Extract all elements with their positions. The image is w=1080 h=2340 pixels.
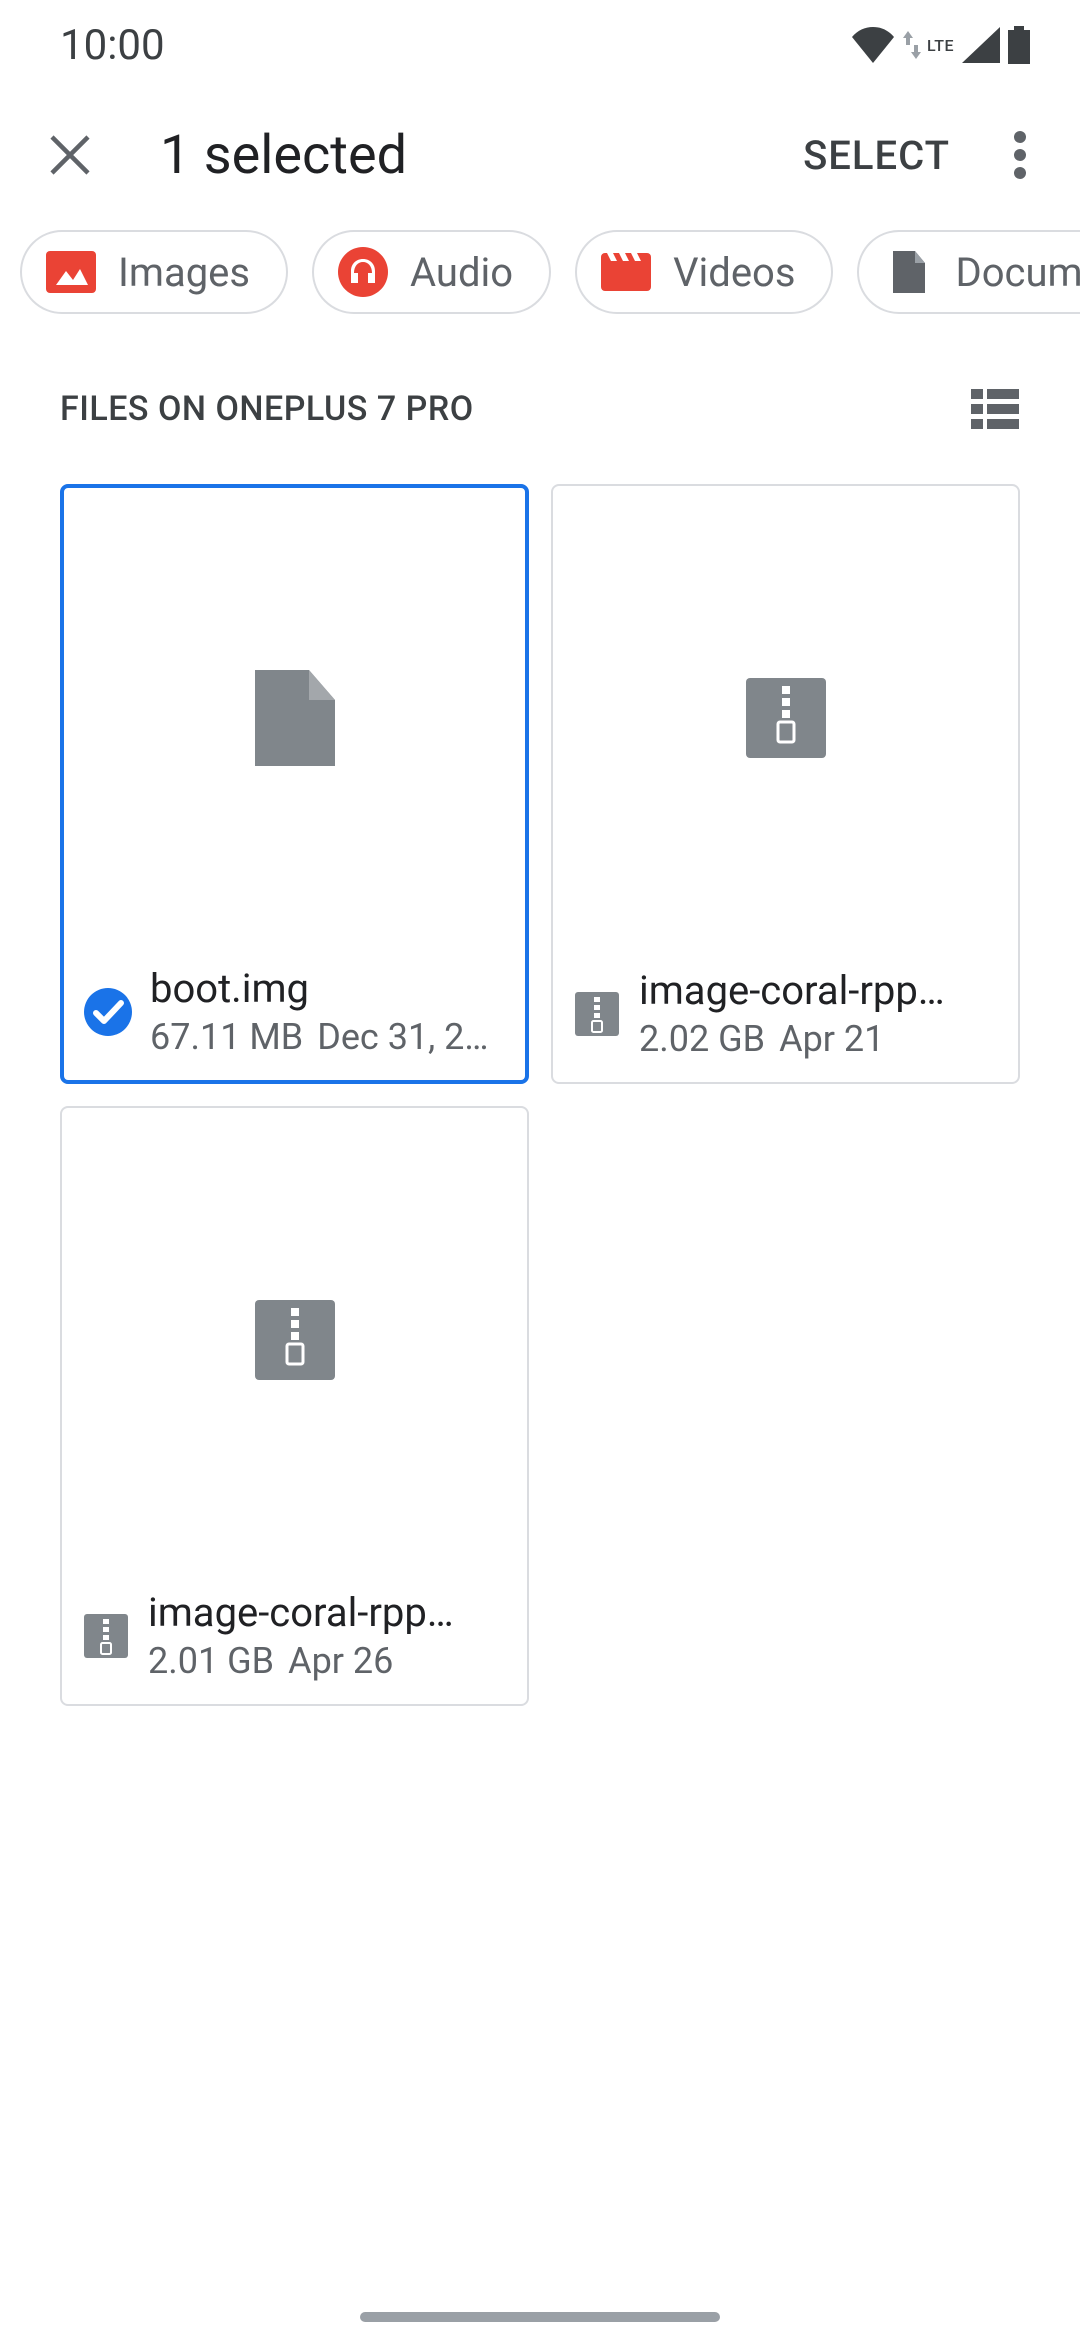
chip-label: Videos: [673, 249, 795, 296]
close-icon: [48, 133, 92, 177]
status-time: 10:00: [60, 21, 165, 70]
chip-label: Documen: [955, 249, 1080, 296]
swap-icon: [903, 31, 921, 59]
file-size: 67.11 MB: [150, 1016, 303, 1058]
selected-check-icon: [84, 988, 132, 1036]
documents-icon: [883, 247, 933, 297]
view-toggle-button[interactable]: [970, 384, 1020, 434]
lte-label: LTE: [927, 36, 954, 55]
signal-icon: [962, 27, 1000, 63]
chip-images[interactable]: Images: [20, 230, 288, 314]
battery-icon: [1008, 26, 1030, 64]
file-meta: 2.01 GB Apr 26: [148, 1640, 454, 1682]
file-name: image-coral-rpp…: [148, 1589, 454, 1636]
list-view-icon: [971, 389, 1019, 429]
chip-audio[interactable]: Audio: [312, 230, 551, 314]
wifi-icon: [851, 27, 895, 63]
file-meta: 67.11 MB Dec 31, 2…: [150, 1016, 489, 1058]
file-preview: [64, 488, 525, 947]
archive-icon: [746, 678, 826, 758]
file-name: image-coral-rpp…: [639, 967, 945, 1014]
file-meta: 2.02 GB Apr 21: [639, 1018, 945, 1060]
more-vert-icon: [1014, 131, 1026, 179]
archive-icon: [255, 1300, 335, 1380]
videos-icon: [601, 247, 651, 297]
file-date: Apr 21: [779, 1018, 884, 1060]
select-button[interactable]: SELECT: [803, 132, 950, 179]
file-icon: [255, 670, 335, 766]
file-size: 2.02 GB: [639, 1018, 765, 1060]
status-bar: 10:00 LTE: [0, 0, 1080, 90]
files-section-header: FILES ON ONEPLUS 7 PRO: [0, 334, 1080, 464]
selection-app-bar: 1 selected SELECT: [0, 90, 1080, 220]
file-size: 2.01 GB: [148, 1640, 274, 1682]
file-date: Dec 31, 2…: [317, 1016, 488, 1058]
audio-icon: [338, 247, 388, 297]
archive-badge-icon: [82, 1612, 130, 1660]
file-card[interactable]: boot.img 67.11 MB Dec 31, 2…: [60, 484, 529, 1084]
file-footer: image-coral-rpp… 2.02 GB Apr 21: [553, 949, 1018, 1082]
chip-label: Audio: [410, 249, 513, 296]
selection-count-title: 1 selected: [160, 124, 803, 187]
gesture-nav-bar[interactable]: [360, 2312, 720, 2322]
file-footer: boot.img 67.11 MB Dec 31, 2…: [64, 947, 525, 1080]
images-icon: [46, 247, 96, 297]
status-icons: LTE: [851, 26, 1030, 64]
overflow-menu-button[interactable]: [990, 115, 1050, 195]
file-preview: [62, 1108, 527, 1571]
close-button[interactable]: [30, 115, 110, 195]
archive-badge-icon: [573, 990, 621, 1038]
file-date: Apr 26: [288, 1640, 393, 1682]
file-card[interactable]: image-coral-rpp… 2.01 GB Apr 26: [60, 1106, 529, 1706]
file-footer: image-coral-rpp… 2.01 GB Apr 26: [62, 1571, 527, 1704]
section-title: FILES ON ONEPLUS 7 PRO: [60, 389, 474, 429]
chip-videos[interactable]: Videos: [575, 230, 833, 314]
filter-chip-row: Images Audio Videos Documen: [0, 220, 1080, 334]
file-name: boot.img: [150, 965, 489, 1012]
chip-documents[interactable]: Documen: [857, 230, 1080, 314]
chip-label: Images: [118, 249, 250, 296]
file-preview: [553, 486, 1018, 949]
file-card[interactable]: image-coral-rpp… 2.02 GB Apr 21: [551, 484, 1020, 1084]
files-grid: boot.img 67.11 MB Dec 31, 2… image-coral…: [0, 464, 1080, 1726]
